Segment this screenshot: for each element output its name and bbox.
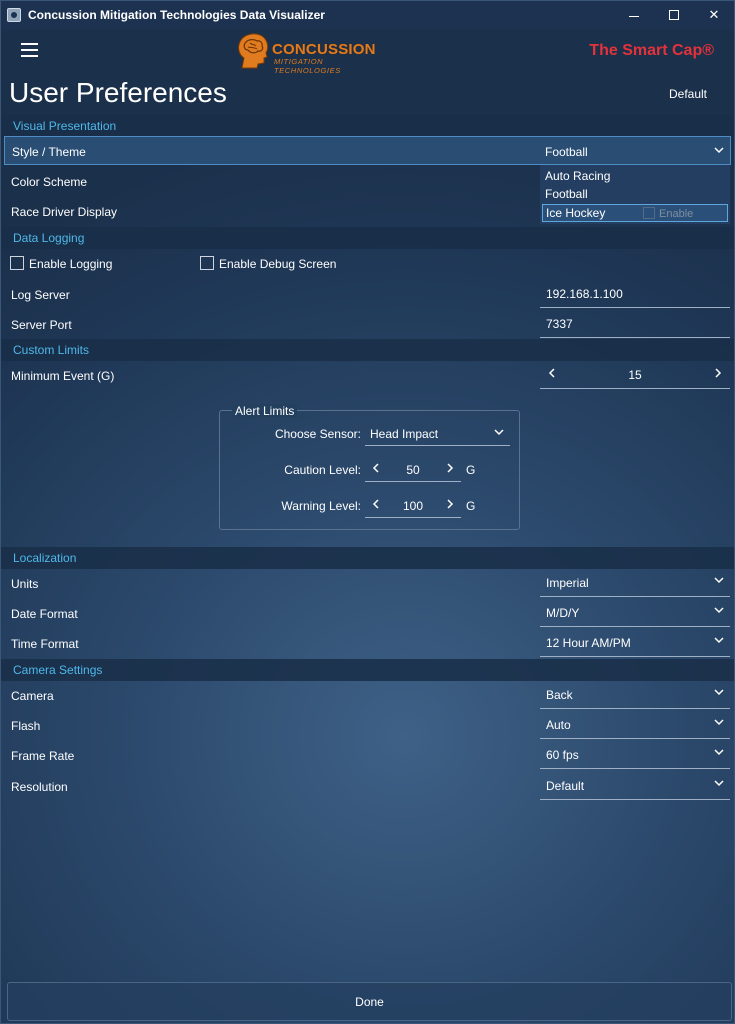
style-theme-dropdown: Auto Racing Football Ice Hockey Enable [540,165,730,224]
date-format-combo[interactable]: M/D/Y [540,599,730,627]
race-driver-checkbox [643,207,655,219]
section-visual-presentation: Visual Presentation [1,115,734,137]
section-custom-limits: Custom Limits [1,339,734,361]
app-window: Concussion Mitigation Technologies Data … [0,0,735,1024]
chevron-down-icon [714,147,724,154]
style-theme-combo[interactable]: Style / Theme Football [4,136,731,165]
enable-logging-checkbox[interactable] [10,256,24,270]
minimize-icon [629,15,639,17]
caution-level-label: Caution Level: [284,463,361,477]
chevron-right-icon[interactable] [443,461,457,475]
close-button[interactable]: ✕ [694,1,734,29]
log-server-label: Log Server [11,288,70,302]
title-bar[interactable]: Concussion Mitigation Technologies Data … [1,1,734,29]
choose-sensor-label: Choose Sensor: [274,427,361,441]
section-title: Localization [13,551,77,565]
time-format-label: Time Format [11,637,79,651]
chevron-down-icon [494,429,504,436]
minimize-button[interactable] [614,1,654,29]
enable-logging-label: Enable Logging [29,257,113,271]
maximize-button[interactable] [654,1,694,29]
section-localization: Localization [1,547,734,569]
chevron-down-icon [714,637,724,644]
frame-rate-value: 60 fps [546,748,579,762]
tagline: The Smart Cap® [589,42,714,59]
done-button[interactable]: Done [7,982,732,1021]
window-title: Concussion Mitigation Technologies Data … [28,8,325,22]
section-camera-settings: Camera Settings [1,659,734,681]
camera-combo[interactable]: Back [540,681,730,709]
section-title: Camera Settings [13,663,103,677]
time-format-value: 12 Hour AM/PM [546,636,631,650]
enable-debug-label: Enable Debug Screen [219,257,337,271]
app-icon [7,8,21,22]
dropdown-option-label: Ice Hockey [546,206,606,220]
warning-level-stepper: 100 [365,492,461,518]
log-server-value: 192.168.1.100 [546,287,623,301]
caution-level-stepper: 50 [365,456,461,482]
default-button[interactable]: Default [653,83,723,105]
close-icon: ✕ [708,7,720,22]
logo-subtitle: MITIGATION TECHNOLOGIES [274,57,341,75]
date-format-value: M/D/Y [546,606,580,620]
flash-label: Flash [11,719,41,733]
log-server-input[interactable]: 192.168.1.100 [540,280,730,308]
dropdown-option-football[interactable]: Football [542,186,728,204]
resolution-label: Resolution [11,780,68,794]
resolution-value: Default [546,779,585,793]
units-label: Units [11,577,39,591]
page-title: User Preferences [9,77,227,108]
dropdown-option-auto-racing[interactable]: Auto Racing [542,168,728,186]
color-scheme-label: Color Scheme [11,175,88,189]
warning-level-label: Warning Level: [281,499,361,513]
frame-rate-combo[interactable]: 60 fps [540,741,730,769]
chevron-right-icon[interactable] [711,366,725,380]
units-combo[interactable]: Imperial [540,569,730,597]
time-format-combo[interactable]: 12 Hour AM/PM [540,629,730,657]
race-driver-display-label: Race Driver Display [11,205,118,219]
hamburger-menu-icon[interactable] [21,43,38,57]
section-title: Custom Limits [13,343,90,357]
warning-unit: G [466,499,476,513]
head-logo-icon [238,33,269,69]
chevron-down-icon [714,749,724,756]
minimum-event-label: Minimum Event (G) [11,369,115,383]
style-theme-label: Style / Theme [12,145,86,159]
minimum-event-value: 15 [628,368,642,382]
camera-value: Back [546,688,573,702]
section-data-logging: Data Logging [1,227,734,249]
section-title: Visual Presentation [13,119,117,133]
server-port-input[interactable]: 7337 [540,310,730,338]
date-format-label: Date Format [11,607,78,621]
flash-combo[interactable]: Auto [540,711,730,739]
choose-sensor-value: Head Impact [370,427,439,441]
dropdown-option-ice-hockey[interactable]: Ice Hockey Enable [542,204,728,222]
maximize-icon [669,10,679,20]
minimum-event-stepper: 15 [540,360,730,389]
chevron-down-icon [714,719,724,726]
caution-unit: G [466,463,476,477]
choose-sensor-combo[interactable]: Head Impact [365,420,510,446]
camera-label: Camera [11,689,54,703]
server-port-label: Server Port [11,318,72,332]
frame-rate-label: Frame Rate [11,749,75,763]
server-port-value: 7337 [546,317,573,331]
alert-limits-title: Alert Limits [232,404,298,418]
enable-debug-checkbox[interactable] [200,256,214,270]
chevron-down-icon [714,780,724,787]
chevron-right-icon[interactable] [443,497,457,511]
units-value: Imperial [546,576,589,590]
logo-title: CONCUSSION [272,41,376,58]
section-title: Data Logging [13,231,85,245]
resolution-combo[interactable]: Default [540,772,730,800]
race-driver-enable-label: Enable [659,208,694,220]
style-theme-value: Football [545,145,588,159]
chevron-down-icon [714,689,724,696]
chevron-down-icon [714,577,724,584]
flash-value: Auto [546,718,571,732]
company-logo: CONCUSSION MITIGATION TECHNOLOGIES [236,30,386,75]
window-controls: ✕ [614,1,734,29]
chevron-down-icon [714,607,724,614]
